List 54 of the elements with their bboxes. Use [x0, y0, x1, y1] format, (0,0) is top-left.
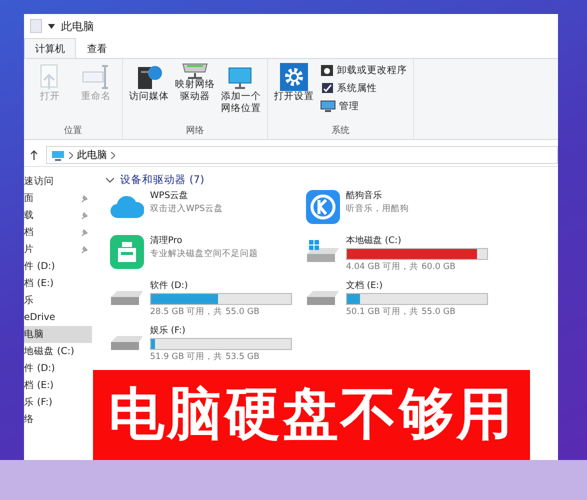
drive-item[interactable]: 本地磁盘 (C:) 4.04 GB 可用，共 60.0 GB — [304, 234, 494, 278]
ribbon-button[interactable]: 添加一个网络位置 — [221, 63, 261, 124]
ribbon-command[interactable]: 卸载或更改程序 — [320, 63, 407, 77]
nav-item[interactable]: 面 — [24, 190, 92, 207]
nav-item[interactable]: 乐 — [24, 292, 92, 309]
ribbon-button[interactable]: 打开设置 — [274, 63, 314, 124]
ribbon-button[interactable]: 访问媒体 — [129, 63, 169, 124]
nav-item[interactable]: 件 (D:) — [24, 258, 92, 275]
drive-item[interactable]: 软件 (D:) 28.5 GB 可用，共 55.0 GB — [108, 279, 298, 323]
drive-item[interactable]: 文档 (E:) 50.1 GB 可用，共 55.0 GB — [304, 279, 494, 323]
ribbon-tab[interactable]: 计算机 — [24, 38, 76, 58]
up-arrow-icon[interactable] — [30, 150, 38, 160]
dropdown-icon[interactable] — [48, 24, 55, 28]
ribbon-command[interactable]: 管理 — [320, 99, 407, 113]
nav-item[interactable]: 乐 (F:) — [24, 394, 92, 411]
group-label: 位置 — [63, 124, 83, 137]
network-drive-icon — [182, 63, 208, 79]
banner-text: 电脑硬盘不够用 — [108, 381, 514, 449]
nav-item[interactable]: 档 — [24, 224, 92, 241]
nav-item[interactable]: 片 — [24, 241, 92, 258]
address-bar[interactable]: 此电脑 — [46, 146, 558, 164]
window-title: 此电脑 — [61, 18, 94, 34]
cloud-icon — [110, 194, 144, 220]
nav-item[interactable]: 速访问 — [24, 173, 92, 190]
media-server-icon — [135, 63, 163, 91]
settings-icon — [280, 63, 308, 91]
nav-item[interactable]: 电脑 — [24, 326, 92, 343]
properties-icon — [320, 81, 334, 95]
ribbon-button[interactable]: 映射网络驱动器 — [175, 63, 215, 124]
drive-item[interactable]: 娱乐 (F:) 51.9 GB 可用，共 53.5 GB — [108, 324, 298, 368]
group-label: 系统 — [330, 124, 350, 137]
cleaner-app-icon — [110, 235, 144, 269]
section-title: 设备和驱动器 (7) — [120, 173, 204, 187]
program-icon — [320, 63, 334, 77]
nav-item[interactable]: 档 (E:) — [24, 377, 92, 394]
nav-item[interactable]: 络 — [24, 411, 92, 428]
ribbon-tab[interactable]: 查看 — [76, 38, 118, 58]
nav-item[interactable]: eDrive — [24, 309, 92, 326]
chevron-down-icon[interactable] — [106, 178, 114, 182]
music-app-icon — [306, 190, 340, 224]
nav-item[interactable]: 地磁盘 (C:) — [24, 343, 92, 360]
nav-item[interactable]: 档 (E:) — [24, 275, 92, 292]
rename-icon — [81, 63, 111, 91]
nav-item[interactable]: 载 — [24, 207, 92, 224]
computer-icon — [320, 99, 336, 113]
ribbon-command[interactable]: 系统属性 — [320, 81, 407, 95]
chevron-icon — [111, 152, 115, 158]
nav-item[interactable]: 件 (D:) — [24, 360, 92, 377]
app-item[interactable]: 酷狗音乐 听音乐，用酷狗 — [304, 189, 494, 233]
app-item[interactable]: WPS云盘 双击进入WPS云盘 — [108, 189, 298, 233]
group-label: 网络 — [185, 124, 205, 137]
app-item[interactable]: 清理Pro 专业解决磁盘空间不足问题 — [108, 234, 298, 278]
computer-icon — [51, 150, 65, 160]
chevron-icon — [69, 152, 73, 158]
